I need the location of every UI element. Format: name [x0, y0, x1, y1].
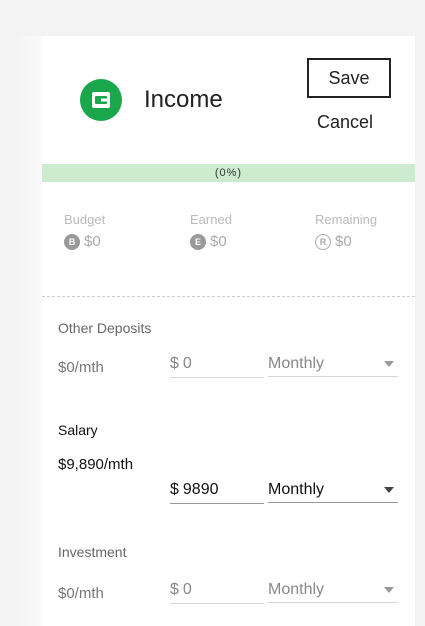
chevron-down-icon	[384, 360, 394, 367]
summary-earned: Earned E $0	[190, 212, 232, 250]
row-rate-investment: $0/mth	[58, 585, 104, 602]
save-button[interactable]: Save	[307, 58, 391, 98]
remaining-label: Remaining	[315, 212, 378, 227]
progress-bar: (0%)	[42, 164, 415, 182]
summary-remaining: Remaining R $0	[315, 212, 377, 250]
page-edge	[12, 36, 42, 626]
frequency-value: Monthly	[268, 580, 325, 598]
page-title: Income	[144, 86, 223, 113]
row-rate-salary: $9,890/mth	[58, 456, 134, 473]
wallet-icon	[80, 79, 122, 121]
currency-symbol: $	[170, 581, 179, 598]
frequency-select-salary[interactable]: Monthly	[268, 477, 398, 503]
amount-value: 0	[182, 355, 192, 372]
row-label-other-deposits: Other Deposits	[58, 320, 152, 336]
budget-label: Budget	[64, 212, 106, 227]
earned-label: Earned	[190, 212, 232, 227]
section-divider	[42, 296, 415, 297]
frequency-value: Monthly	[268, 480, 325, 498]
currency-symbol: $	[170, 481, 179, 498]
remaining-badge-icon: R	[315, 233, 331, 250]
cancel-button[interactable]: Cancel	[317, 112, 373, 133]
row-label-investment: Investment	[58, 544, 127, 560]
amount-input-other-deposits[interactable]: $ 0	[170, 351, 264, 378]
summary-budget: Budget B $0	[64, 212, 105, 250]
row-label-salary: Salary	[58, 422, 98, 438]
income-card: Income Save Cancel (0%) Budget B $0 Earn…	[42, 36, 415, 626]
amount-input-salary[interactable]: $ 9890	[170, 477, 264, 504]
chevron-down-icon	[384, 486, 394, 493]
currency-symbol: $	[170, 355, 179, 372]
budget-value: $0	[84, 233, 101, 250]
frequency-select-investment[interactable]: Monthly	[268, 577, 398, 603]
chevron-down-icon	[384, 586, 394, 593]
amount-value: 0	[182, 581, 192, 598]
earned-badge-icon: E	[190, 233, 206, 250]
amount-input-investment[interactable]: $ 0	[170, 577, 264, 604]
budget-badge-icon: B	[64, 233, 80, 250]
progress-label: (0%)	[214, 167, 243, 179]
earned-value: $0	[210, 233, 227, 250]
remaining-value: $0	[335, 233, 352, 250]
frequency-select-other-deposits[interactable]: Monthly	[268, 351, 398, 377]
amount-value: 9890	[182, 481, 219, 498]
row-rate-other-deposits: $0/mth	[58, 359, 104, 376]
frequency-value: Monthly	[268, 354, 325, 372]
